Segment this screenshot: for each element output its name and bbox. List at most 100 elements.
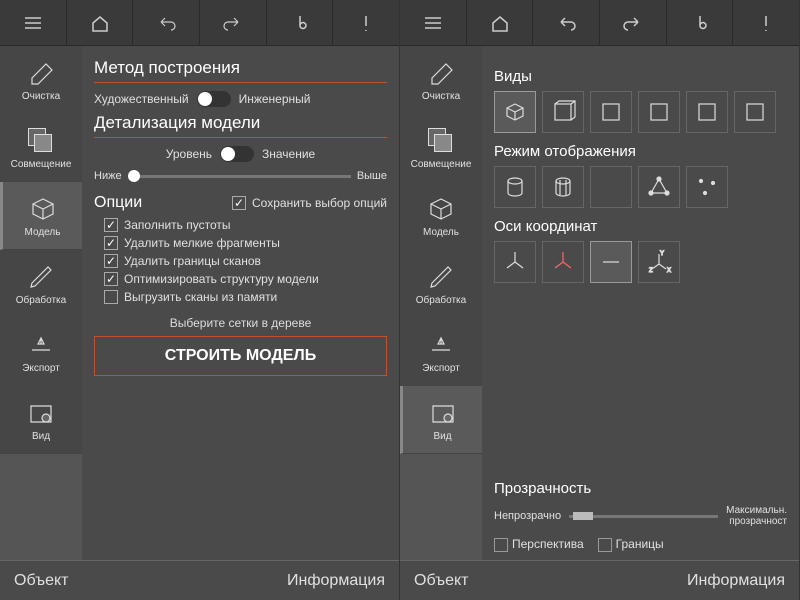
sidebar-label: Очистка — [22, 91, 60, 102]
sidebar: Очистка Совмещение Модель Обработка Эксп… — [0, 46, 82, 560]
option-3[interactable]: Оптимизировать структуру модели — [104, 272, 387, 286]
bounds-checkbox[interactable]: Границы — [598, 537, 664, 552]
view-left[interactable] — [638, 91, 680, 133]
mode-engineer-label: Инженерный — [239, 92, 311, 106]
eraser-icon — [426, 58, 456, 88]
view-top[interactable] — [734, 91, 776, 133]
undo-icon — [155, 12, 177, 34]
menu-button[interactable] — [0, 0, 67, 45]
detail-value-label: Значение — [262, 147, 315, 161]
align-icon — [426, 126, 456, 156]
axes-labeled[interactable]: Y Z X — [638, 241, 680, 283]
view-icon — [26, 398, 56, 428]
axes-none[interactable] — [590, 241, 632, 283]
display-solid-cyl[interactable] — [494, 166, 536, 208]
option-0[interactable]: Заполнить пустоты — [104, 218, 387, 232]
view-icon — [428, 398, 458, 428]
home-icon — [489, 12, 511, 34]
views-header: Виды — [494, 68, 787, 85]
display-points[interactable] — [686, 166, 728, 208]
sidebar-label: Вид — [433, 431, 451, 442]
display-empty[interactable] — [590, 166, 632, 208]
view-iso[interactable] — [494, 91, 536, 133]
view-front[interactable] — [542, 91, 584, 133]
main-content-r: Виды Режим отображения Оси координат — [482, 46, 799, 560]
home-button[interactable] — [67, 0, 134, 45]
alert-button[interactable] — [733, 0, 799, 45]
sidebar-item-model[interactable]: Модель — [0, 182, 82, 250]
footer-object[interactable]: Объект — [414, 572, 468, 590]
option-1[interactable]: Удалить мелкие фрагменты — [104, 236, 387, 250]
detail-toggle[interactable] — [220, 146, 254, 162]
view-right[interactable] — [686, 91, 728, 133]
alert-button[interactable] — [333, 0, 399, 45]
sidebar-item-export[interactable]: Экспорт — [0, 318, 82, 386]
sidebar-item-clean[interactable]: Очистка — [400, 46, 482, 114]
undo-icon — [555, 12, 577, 34]
display-header: Режим отображения — [494, 143, 787, 160]
sidebar-label: Обработка — [16, 295, 66, 306]
option-4[interactable]: Выгрузить сканы из памяти — [104, 290, 387, 304]
sidebar-label: Модель — [25, 227, 61, 238]
redo-button[interactable] — [200, 0, 267, 45]
svg-text:Y: Y — [660, 251, 664, 257]
save-options-checkbox[interactable]: Сохранить выбор опций — [232, 196, 387, 210]
display-modes — [494, 166, 787, 208]
detail-slider[interactable] — [128, 175, 351, 178]
sidebar-item-align[interactable]: Совмещение — [400, 114, 482, 182]
display-wire[interactable] — [638, 166, 680, 208]
undo-button[interactable] — [133, 0, 200, 45]
sidebar-label: Очистка — [422, 91, 460, 102]
sidebar-item-view[interactable]: Вид — [400, 386, 482, 454]
thermo-icon — [689, 12, 711, 34]
sidebar-item-model[interactable]: Модель — [400, 182, 482, 250]
svg-text:X: X — [667, 268, 671, 274]
undo-button[interactable] — [533, 0, 600, 45]
thermo-button[interactable] — [667, 0, 734, 45]
sidebar-label: Экспорт — [422, 363, 460, 374]
footer-info[interactable]: Информация — [687, 572, 785, 590]
footer-r: Объект Информация — [400, 560, 799, 600]
axes-xyz[interactable] — [494, 241, 536, 283]
sidebar-item-export[interactable]: Экспорт — [400, 318, 482, 386]
display-wire-cyl[interactable] — [542, 166, 584, 208]
slider-lo: Ниже — [94, 170, 122, 182]
sidebar-item-process[interactable]: Обработка — [400, 250, 482, 318]
transparency-slider[interactable] — [569, 515, 718, 518]
slider-hi: Выше — [357, 170, 387, 182]
menu-icon — [422, 12, 444, 34]
mode-artistic-label: Художественный — [94, 92, 189, 106]
menu-button[interactable] — [400, 0, 467, 45]
t-hi: Максимальн. прозрачност — [726, 505, 787, 527]
redo-button[interactable] — [600, 0, 667, 45]
sidebar-label: Обработка — [416, 295, 466, 306]
pencil-icon — [426, 262, 456, 292]
sidebar-item-process[interactable]: Обработка — [0, 250, 82, 318]
build-model-button[interactable]: СТРОИТЬ МОДЕЛЬ — [94, 336, 387, 376]
sidebar-item-clean[interactable]: Очистка — [0, 46, 82, 114]
sidebar-item-view[interactable]: Вид — [0, 386, 82, 454]
export-icon — [26, 330, 56, 360]
thermo-button[interactable] — [267, 0, 334, 45]
sidebar-label: Совмещение — [411, 159, 472, 170]
home-button[interactable] — [467, 0, 534, 45]
sidebar-label: Экспорт — [22, 363, 60, 374]
axes-header: Оси координат — [494, 218, 787, 235]
footer-info[interactable]: Информация — [287, 572, 385, 590]
footer-object[interactable]: Объект — [14, 572, 68, 590]
sidebar-item-align[interactable]: Совмещение — [0, 114, 82, 182]
options-header: Опции — [94, 194, 142, 212]
mode-toggle[interactable] — [197, 91, 231, 107]
view-presets — [494, 91, 787, 133]
perspective-checkbox[interactable]: Перспектива — [494, 537, 584, 552]
svg-text:Z: Z — [649, 268, 653, 274]
sidebar-label: Модель — [423, 227, 459, 238]
detail-level-label: Уровень — [166, 147, 212, 161]
view-back[interactable] — [590, 91, 632, 133]
t-lo: Непрозрачно — [494, 510, 561, 522]
left-panel: Очистка Совмещение Модель Обработка Эксп… — [0, 0, 400, 600]
transparency-header: Прозрачность — [494, 480, 787, 497]
sidebar-label: Вид — [32, 431, 50, 442]
axes-simple[interactable] — [542, 241, 584, 283]
option-2[interactable]: Удалить границы сканов — [104, 254, 387, 268]
